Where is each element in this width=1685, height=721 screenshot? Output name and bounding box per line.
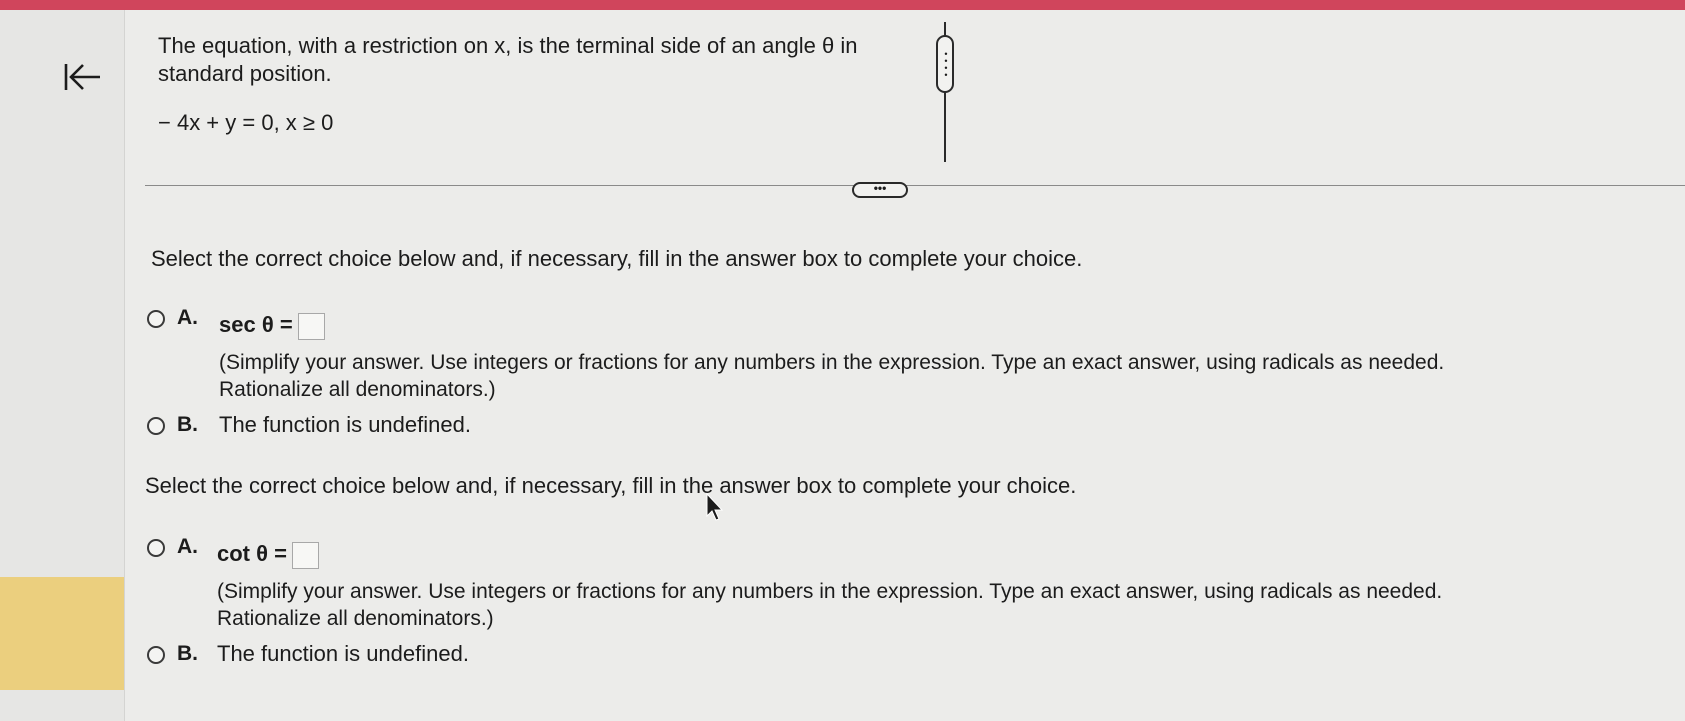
part2-option-a: A. cot θ = (Simplify your answer. Use in… [147,530,1567,650]
part2-option-a-letter: A. [177,535,198,558]
top-accent-bar [0,0,1685,10]
horizontal-resize-handle[interactable]: ••• [852,182,908,198]
part1-hint: (Simplify your answer. Use integers or f… [219,351,1445,401]
part2-option-b-radio[interactable] [147,646,165,664]
side-highlight-band [0,577,124,690]
cot-expression: cot θ = [217,541,287,566]
part1-option-a: A. sec θ = (Simplify your answer. Use in… [147,301,1567,421]
cot-answer-box[interactable] [292,542,319,569]
vertical-resize-handle[interactable]: • • • • [936,35,954,93]
part2-option-a-radio[interactable] [147,539,165,557]
part1-option-b-letter: B. [177,413,198,436]
part2-hint: (Simplify your answer. Use integers or f… [217,580,1443,630]
part2-instruction: Select the correct choice below and, if … [145,473,1077,498]
drag-dots-icon: • • • • [944,49,948,80]
sec-answer-box[interactable] [298,313,325,340]
part1-option-b-radio[interactable] [147,417,165,435]
horizontal-divider [145,185,1685,186]
part2-option-b-text: The function is undefined. [217,641,469,666]
equation: − 4x + y = 0, x ≥ 0 [158,110,334,135]
part1-instruction: Select the correct choice below and, if … [151,246,1083,271]
part1-option-a-letter: A. [177,306,198,329]
part2-option-b-letter: B. [177,642,198,665]
question-content: The equation, with a restriction on x, i… [125,10,1685,721]
part1-option-b-text: The function is undefined. [219,412,471,437]
sec-expression: sec θ = [219,312,293,337]
question-text: The equation, with a restriction on x, i… [158,33,858,86]
part1-option-a-radio[interactable] [147,310,165,328]
mouse-pointer-icon [705,492,725,522]
left-panel [0,10,125,721]
collapse-left-arrow-icon[interactable] [62,58,110,106]
